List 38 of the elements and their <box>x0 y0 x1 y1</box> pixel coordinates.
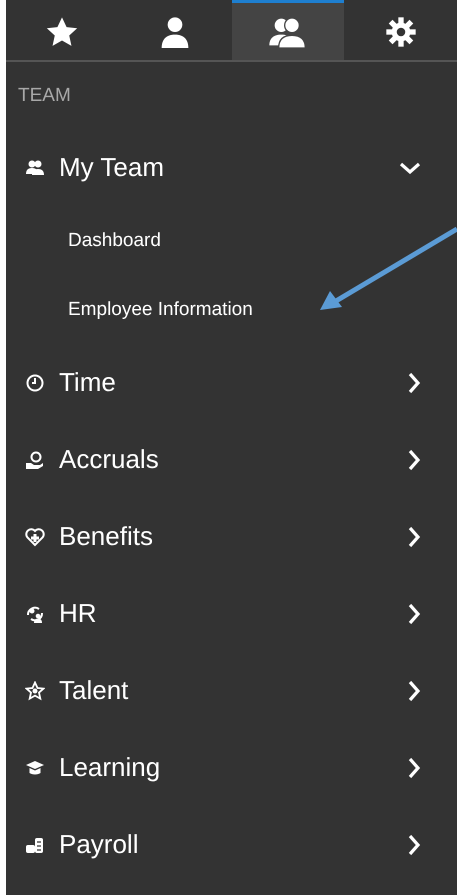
chevron-down-icon <box>399 160 421 174</box>
clock-icon <box>25 372 45 392</box>
chevron-right-icon <box>407 680 421 702</box>
menu-item[interactable]: Learning <box>6 729 457 806</box>
chevron-right-icon <box>407 756 421 778</box>
menu-label: Time <box>59 367 117 398</box>
hand-coin-icon <box>25 450 45 470</box>
chevron-right-icon <box>407 602 421 624</box>
menu-item[interactable]: Benefits <box>6 498 457 575</box>
menu-label: My Team <box>59 152 165 183</box>
people-icon <box>25 158 45 178</box>
menu-label: Benefits <box>59 521 154 552</box>
menu-label: Learning <box>59 752 162 783</box>
submenu-item[interactable]: Dashboard <box>68 206 161 275</box>
settings-icon <box>384 16 417 48</box>
menu-label: Accruals <box>59 444 160 475</box>
nav-tab[interactable] <box>232 0 344 60</box>
star-icon <box>45 16 80 48</box>
menu-item[interactable]: My Team <box>6 129 457 206</box>
menu-item[interactable]: HR <box>6 575 457 652</box>
menu-label: HR <box>59 598 98 629</box>
chevron-right-icon <box>407 526 421 548</box>
people-icon <box>268 16 308 48</box>
menu-label: Payroll <box>59 829 140 860</box>
menu-label: Talent <box>59 675 130 706</box>
menu-item[interactable]: Time <box>6 344 457 421</box>
menu-item[interactable]: Talent <box>6 652 457 729</box>
person-icon <box>160 16 190 48</box>
heart-icon <box>25 526 45 546</box>
menu-item[interactable]: Accruals <box>6 421 457 498</box>
star-icon <box>25 680 45 700</box>
submenu-item[interactable]: Employee Information <box>68 275 253 344</box>
section-heading: TEAM <box>17 84 71 108</box>
cycle-person-icon <box>25 604 45 624</box>
chevron-right-icon <box>407 834 421 856</box>
chevron-right-icon <box>407 372 421 394</box>
chevron-right-icon <box>407 448 421 470</box>
menu-item[interactable]: Payroll <box>6 806 457 883</box>
